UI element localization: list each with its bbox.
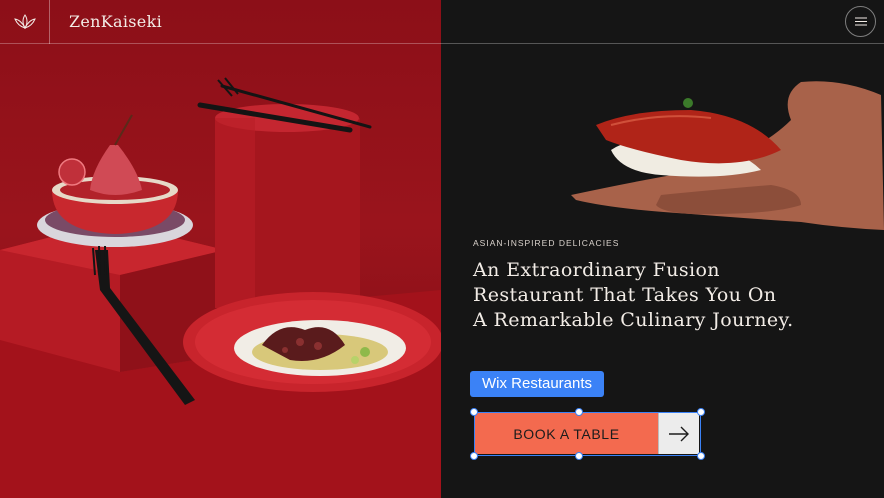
resize-handle-bottom-left[interactable] [470,452,478,460]
tableware-illustration [0,77,441,498]
hero-eyebrow: ASIAN-INSPIRED DELICACIES [473,238,620,248]
hero-text-panel: ASIAN-INSPIRED DELICACIES An Extraordina… [441,0,884,498]
site-header: ZenKaiseki [0,0,884,44]
resize-handle-top-center[interactable] [575,408,583,416]
brand-name[interactable]: ZenKaiseki [69,12,162,31]
editor-selection-label[interactable]: Wix Restaurants [470,371,605,397]
book-table-arrow-button[interactable] [658,413,699,454]
hamburger-menu-icon [854,17,867,26]
lotus-icon [13,14,36,30]
book-table-button[interactable]: BOOK A TABLE [475,413,658,454]
hero-food-photo-left [0,0,441,498]
resize-handle-bottom-center[interactable] [575,452,583,460]
resize-handle-top-left[interactable] [470,408,478,416]
logo[interactable] [0,0,50,44]
hero-headline-line-1: An Extraordinary Fusion [473,259,720,281]
hero-headline: An Extraordinary Fusion Restaurant That … [473,258,873,333]
menu-button[interactable] [845,6,876,37]
resize-handle-top-right[interactable] [697,408,705,416]
hero-headline-line-3: A Remarkable Culinary Journey. [473,309,794,331]
resize-handle-bottom-right[interactable] [697,452,705,460]
hero-headline-line-2: Restaurant That Takes You On [473,284,777,306]
book-table-selection-frame[interactable]: BOOK A TABLE [470,408,705,460]
arrow-right-icon [669,426,689,441]
